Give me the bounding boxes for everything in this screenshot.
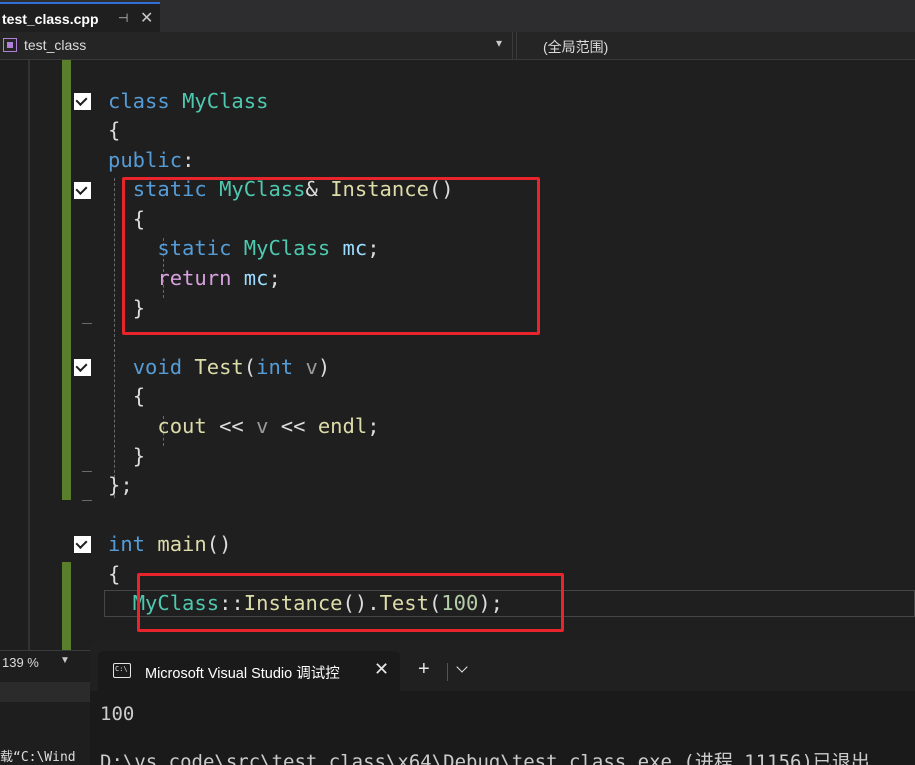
fold-end-marker <box>82 471 92 472</box>
navigation-bar: test_class ▾ (全局范围) <box>0 32 915 60</box>
code-editor[interactable]: class MyClass { public: static MyClass& … <box>0 60 915 650</box>
output-panel: 载“C:\Wind <box>0 676 90 765</box>
zoom-level: 139 % <box>2 655 39 670</box>
document-tab-bar: test_class.cpp ⊣ ✕ <box>0 0 915 32</box>
margin-separator <box>28 60 30 650</box>
new-tab-button[interactable]: + <box>418 658 430 681</box>
console-output-line: 100 <box>100 703 135 725</box>
fold-toggle-icon[interactable] <box>74 93 91 110</box>
debug-console-window[interactable]: Microsoft Visual Studio 调试控 ✕ + 100 D:\v… <box>90 641 915 765</box>
terminal-tab-bar: Microsoft Visual Studio 调试控 ✕ + <box>90 641 915 691</box>
chevron-down-icon: ▼ <box>60 655 70 666</box>
pin-icon[interactable]: ⊣ <box>118 11 128 25</box>
zoom-dropdown[interactable]: 139 % ▼ <box>0 650 90 677</box>
global-scope-dropdown[interactable]: (全局范围) <box>516 32 915 59</box>
terminal-tab-title: Microsoft Visual Studio 调试控 <box>145 666 340 682</box>
output-toolbar <box>0 682 90 702</box>
chevron-down-icon: ▾ <box>496 36 503 50</box>
console-output-line: D:\vs code\src\test class\x64\Debug\test… <box>100 751 870 765</box>
code-line: } <box>132 444 146 468</box>
terminal-tab[interactable]: Microsoft Visual Studio 调试控 ✕ <box>98 651 400 691</box>
code-line: void Test(int v) <box>132 355 331 379</box>
project-scope-dropdown[interactable]: test_class ▾ <box>0 32 513 59</box>
code-line: { <box>108 118 121 142</box>
global-scope-label: (全局范围) <box>543 39 609 55</box>
change-indicator <box>62 60 71 500</box>
annotation-box <box>122 177 540 335</box>
output-line: 载“C:\Wind <box>0 750 76 765</box>
tab-title: test_class.cpp <box>2 11 99 27</box>
code-line: public: <box>108 148 195 172</box>
code-line: }; <box>108 473 133 497</box>
fold-toggle-icon[interactable] <box>74 182 91 199</box>
fold-toggle-icon[interactable] <box>74 536 91 553</box>
fold-end-marker <box>82 323 92 324</box>
chevron-down-icon[interactable] <box>456 661 468 673</box>
project-icon <box>3 38 17 52</box>
code-line: { <box>108 562 121 586</box>
tab-test-class-cpp[interactable]: test_class.cpp ⊣ ✕ <box>0 2 160 32</box>
code-line: int main() <box>108 532 232 556</box>
code-line: { <box>132 384 146 408</box>
change-indicator <box>62 562 71 650</box>
code-line: cout << v << endl; <box>157 414 380 438</box>
console-icon <box>113 663 131 678</box>
annotation-box <box>137 573 564 632</box>
fold-end-marker <box>82 500 92 501</box>
close-icon[interactable]: ✕ <box>374 659 389 680</box>
project-scope-label: test_class <box>24 37 87 53</box>
code-line: class MyClass <box>108 89 269 113</box>
divider <box>447 663 448 681</box>
fold-toggle-icon[interactable] <box>74 359 91 376</box>
close-icon[interactable]: ✕ <box>140 8 153 28</box>
glyph-margin <box>0 60 28 650</box>
